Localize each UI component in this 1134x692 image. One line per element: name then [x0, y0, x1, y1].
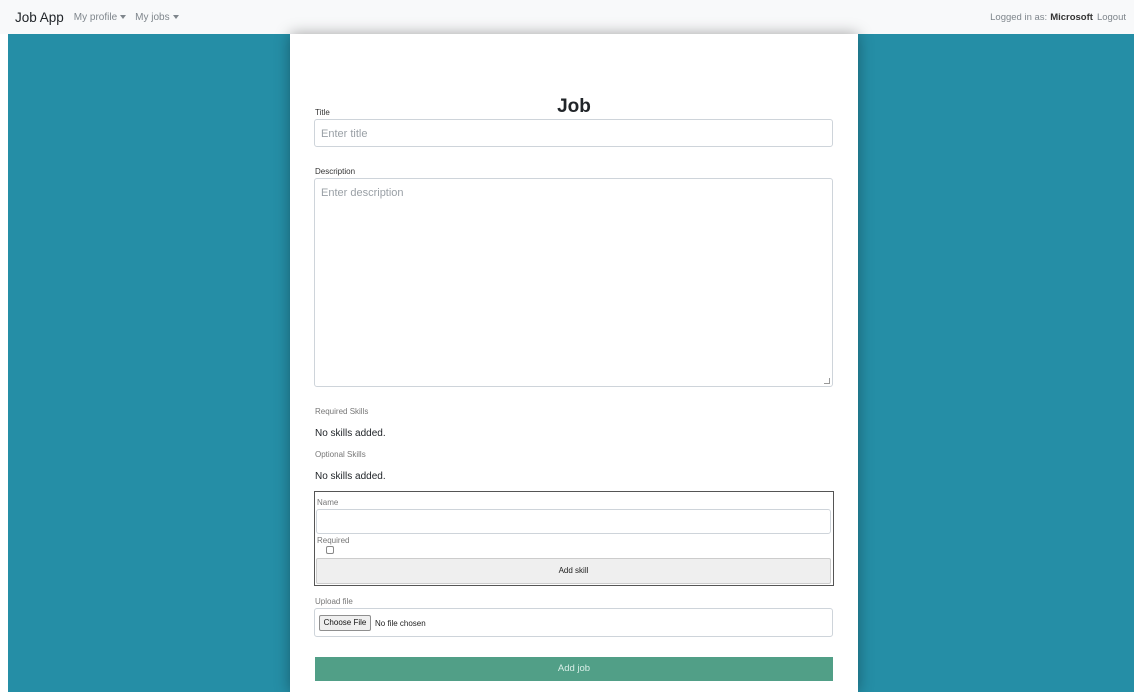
logout-link[interactable]: Logout [1097, 12, 1126, 23]
caret-down-icon [172, 15, 179, 19]
resize-handle-icon[interactable] [824, 378, 830, 384]
add-job-button[interactable]: Add job [315, 657, 833, 681]
caret-down-icon [120, 15, 127, 19]
skill-name-label: Name [317, 498, 339, 507]
add-skill-button[interactable]: Add skill [316, 558, 831, 584]
title-placeholder: Enter title [321, 128, 368, 140]
required-skills-label: Required Skills [315, 407, 369, 416]
nav-my-jobs-label: My jobs [135, 11, 170, 23]
skill-required-checkbox[interactable] [326, 546, 334, 554]
skill-name-input[interactable] [316, 509, 831, 534]
top-navbar: Job App My profile My jobs Logged in as:… [0, 0, 1134, 34]
nav-my-profile-label: My profile [73, 11, 118, 23]
choose-file-button[interactable]: Choose File [319, 615, 371, 631]
description-placeholder: Enter description [321, 187, 404, 199]
username: Microsoft [1050, 11, 1093, 23]
logged-in-prefix: Logged in as: [990, 11, 1048, 23]
description-label: Description [315, 167, 356, 176]
nav-my-profile[interactable]: My profile [73, 11, 127, 23]
title-label: Title [315, 108, 330, 117]
required-skills-empty: No skills added. [315, 428, 386, 439]
skill-required-label: Required [317, 536, 350, 545]
no-file-chosen-text: No file chosen [375, 619, 426, 628]
optional-skills-empty: No skills added. [315, 471, 386, 482]
description-textarea[interactable]: Enter description [314, 178, 833, 387]
brand-link[interactable]: Job App [15, 10, 64, 25]
page-title: Job [557, 96, 591, 117]
upload-file-label: Upload file [315, 597, 353, 606]
nav-my-jobs[interactable]: My jobs [135, 11, 179, 23]
user-status: Logged in as: Microsoft Logout [990, 12, 1126, 23]
optional-skills-label: Optional Skills [315, 450, 366, 459]
title-input[interactable]: Enter title [314, 119, 833, 147]
